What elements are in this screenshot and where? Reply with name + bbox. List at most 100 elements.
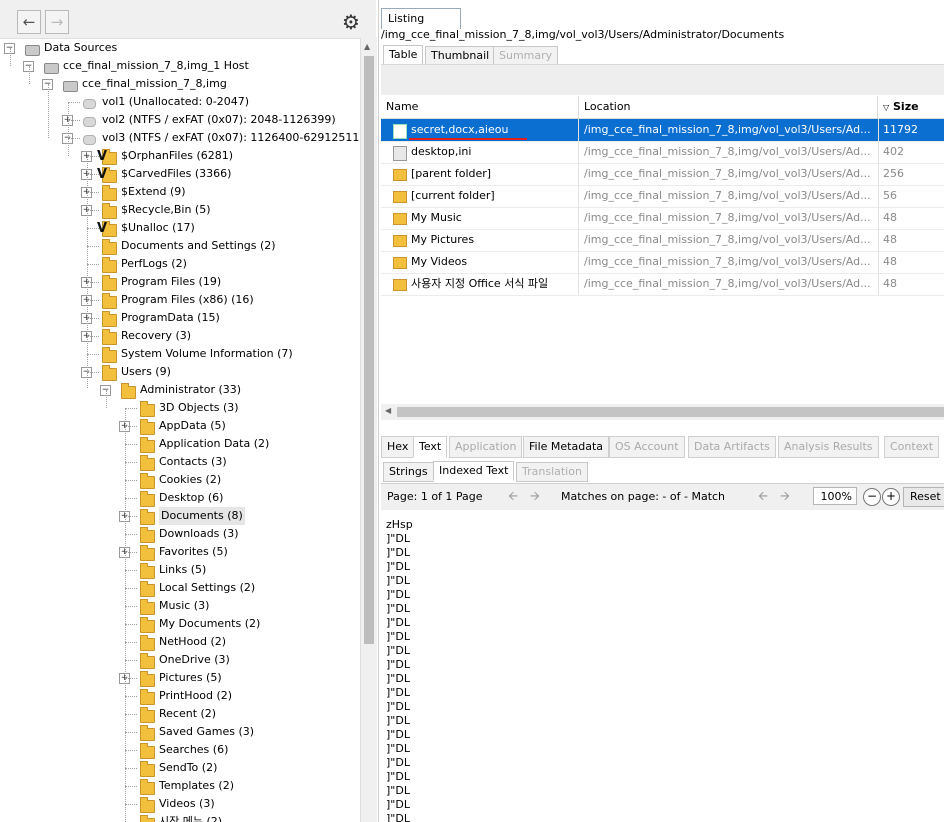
tree-node-folder[interactable]: My Documents (2)	[0, 615, 360, 633]
tab-text[interactable]: Text	[413, 436, 448, 458]
tab-translation[interactable]: Translation	[516, 462, 588, 482]
tree-node-folder[interactable]: + Documents (8)	[0, 507, 360, 525]
tree-node-image[interactable]: − cce_final_mission_7_8,img	[0, 75, 360, 93]
tab-context[interactable]: Context	[884, 436, 940, 458]
indexed-text-content[interactable]: zHsp]"DL]"DL]"DL]"DL]"DL]"DL]"DL]"DL]"DL…	[381, 510, 944, 822]
table-row[interactable]: My Videos/img_cce_final_mission_7_8,img/…	[381, 251, 944, 274]
row-location-cell: /img_cce_final_mission_7_8,img/vol_vol3/…	[584, 167, 871, 180]
tree-node-folder[interactable]: Searches (6)	[0, 741, 360, 759]
zoom-in-button[interactable]: +	[882, 488, 900, 506]
tab-thumbnail[interactable]: Thumbnail	[425, 46, 496, 66]
column-name[interactable]: Name	[381, 96, 579, 118]
table-horizontal-scrollbar[interactable]: ◀	[381, 404, 944, 420]
tree-scroll-thumb[interactable]	[364, 56, 374, 644]
tree-node-folder[interactable]: + Pictures (5)	[0, 669, 360, 687]
zoom-out-button[interactable]: −	[863, 488, 881, 506]
tree-node-folder[interactable]: 시작 메뉴 (2)	[0, 813, 360, 822]
tree-node-folder[interactable]: + Program Files (x86) (16)	[0, 291, 360, 309]
table-row[interactable]: desktop,ini/img_cce_final_mission_7_8,im…	[381, 141, 944, 164]
tree-node-folder[interactable]: Cookies (2)	[0, 471, 360, 489]
tree-node-folder[interactable]: + Favorites (5)	[0, 543, 360, 561]
tree-vertical-scrollbar[interactable]: ▲	[360, 38, 377, 822]
tree-node-folder[interactable]: Videos (3)	[0, 795, 360, 813]
table-row[interactable]: 사용자 지정 Office 서식 파일/img_cce_final_missio…	[381, 273, 944, 296]
tree-node-folder[interactable]: Documents and Settings (2)	[0, 237, 360, 255]
tab-application[interactable]: Application	[449, 436, 523, 458]
column-location[interactable]: Location	[579, 96, 878, 118]
tree-node-folder[interactable]: + Program Files (19)	[0, 273, 360, 291]
tree-node-folder[interactable]: + AppData (5)	[0, 417, 360, 435]
next-match-button[interactable]: 🡪	[777, 489, 793, 504]
zoom-level-field[interactable]: 100%	[813, 487, 857, 505]
tree-node-folder[interactable]: PrintHood (2)	[0, 687, 360, 705]
text-navigation-bar: Page: 1 of 1 Page 🡨 🡪 Matches on page: -…	[381, 483, 944, 511]
tree-node-label: NetHood (2)	[159, 635, 227, 648]
table-row[interactable]: secret,docx,aieou/img_cce_final_mission_…	[381, 119, 944, 142]
tree-node-volume[interactable]: vol1 (Unallocated: 0-2047)	[0, 93, 360, 111]
tree-node-folder[interactable]: SendTo (2)	[0, 759, 360, 777]
vol-icon	[82, 96, 98, 110]
tree-node-folder[interactable]: Desktop (6)	[0, 489, 360, 507]
tree-node-folder[interactable]: Application Data (2)	[0, 435, 360, 453]
table-row[interactable]: [parent folder] /img_cce_final_mission_7_…	[381, 163, 944, 186]
tree-node-data-sources[interactable]: − Data Sources	[0, 39, 360, 57]
tree-node-folder[interactable]: Templates (2)	[0, 777, 360, 795]
tree-node-folder[interactable]: + V $CarvedFiles (3366)	[0, 165, 360, 183]
tab-table[interactable]: Table	[383, 45, 424, 65]
table-row[interactable]: My Music/img_cce_final_mission_7_8,img/v…	[381, 207, 944, 230]
table-row[interactable]: [current folder] /img_cce_final_mission_7…	[381, 185, 944, 208]
tree-node-folder[interactable]: V $Unalloc (17)	[0, 219, 360, 237]
settings-button[interactable]: ⚙	[339, 10, 363, 34]
tab-os-account[interactable]: OS Account	[609, 436, 685, 458]
tree-node-folder[interactable]: OneDrive (3)	[0, 651, 360, 669]
tree-node-folder[interactable]: + $Extend (9)	[0, 183, 360, 201]
tab-hex[interactable]: Hex	[381, 436, 415, 458]
column-size[interactable]: ▽ Size	[878, 96, 944, 118]
tree-node-administrator[interactable]: − Administrator (33)	[0, 381, 360, 399]
tab-indexed-text[interactable]: Indexed Text	[433, 461, 515, 481]
tree-node-folder[interactable]: Music (3)	[0, 597, 360, 615]
tab-strings[interactable]: Strings	[383, 462, 434, 482]
tree-node-volume[interactable]: − vol3 (NTFS / exFAT (0x07): 1126400-6291…	[0, 129, 360, 147]
tree-node-folder[interactable]: Downloads (3)	[0, 525, 360, 543]
scroll-left-icon[interactable]: ◀	[385, 406, 391, 415]
tree-node-folder[interactable]: Recent (2)	[0, 705, 360, 723]
tree-node-folder[interactable]: + V $OrphanFiles (6281)	[0, 147, 360, 165]
tree-node-folder[interactable]: Contacts (3)	[0, 453, 360, 471]
tree-node-folder[interactable]: + Recovery (3)	[0, 327, 360, 345]
tree-node-folder[interactable]: + ProgramData (15)	[0, 309, 360, 327]
previous-match-button[interactable]: 🡨	[755, 489, 771, 504]
text-viewer-subtabs: Strings Indexed Text Translation	[381, 461, 944, 482]
row-location-cell: /img_cce_final_mission_7_8,img/vol_vol3/…	[584, 233, 871, 246]
tab-data-artifacts[interactable]: Data Artifacts	[688, 436, 776, 458]
tab-summary[interactable]: Summary	[493, 46, 559, 66]
tree-node-volume[interactable]: + vol2 (NTFS / exFAT (0x07): 2048-1126399…	[0, 111, 360, 129]
table-scroll-thumb[interactable]	[397, 407, 944, 417]
tree-node-label: cce_final_mission_7_8,img_1 Host	[63, 59, 249, 72]
scroll-up-icon[interactable]: ▲	[364, 42, 370, 51]
tree-node-label: Downloads (3)	[159, 527, 239, 540]
tree-node-folder[interactable]: 3D Objects (3)	[0, 399, 360, 417]
previous-page-button[interactable]: 🡨	[505, 489, 521, 504]
tab-file-metadata[interactable]: File Metadata	[523, 436, 609, 458]
folder-icon	[139, 509, 155, 525]
tab-listing[interactable]: Listing	[381, 8, 461, 29]
tree-node-folder[interactable]: + $Recycle,Bin (5)	[0, 201, 360, 219]
tree-node-folder[interactable]: Saved Games (3)	[0, 723, 360, 741]
tree-node-folder[interactable]: System Volume Information (7)	[0, 345, 360, 363]
table-row[interactable]: My Pictures/img_cce_final_mission_7_8,im…	[381, 229, 944, 252]
tree-node-folder[interactable]: Local Settings (2)	[0, 579, 360, 597]
data-source-tree-pane: ← → ⚙ − Data Sources − cce_final_mission_7_…	[0, 0, 377, 822]
forward-button[interactable]: →	[45, 10, 69, 34]
tree-node-host[interactable]: − cce_final_mission_7_8,img_1 Host	[0, 57, 360, 75]
tree-node-folder[interactable]: Links (5)	[0, 561, 360, 579]
folder-icon	[101, 275, 117, 291]
tree-node-folder[interactable]: PerfLogs (2)	[0, 255, 360, 273]
next-page-button[interactable]: 🡪	[527, 489, 543, 504]
folder-icon	[139, 437, 155, 453]
back-button[interactable]: ←	[17, 10, 41, 34]
tab-analysis-results[interactable]: Analysis Results	[778, 436, 879, 458]
reset-zoom-button[interactable]: Reset	[903, 487, 944, 507]
tree-node-folder[interactable]: − Users (9)	[0, 363, 360, 381]
tree-node-folder[interactable]: NetHood (2)	[0, 633, 360, 651]
